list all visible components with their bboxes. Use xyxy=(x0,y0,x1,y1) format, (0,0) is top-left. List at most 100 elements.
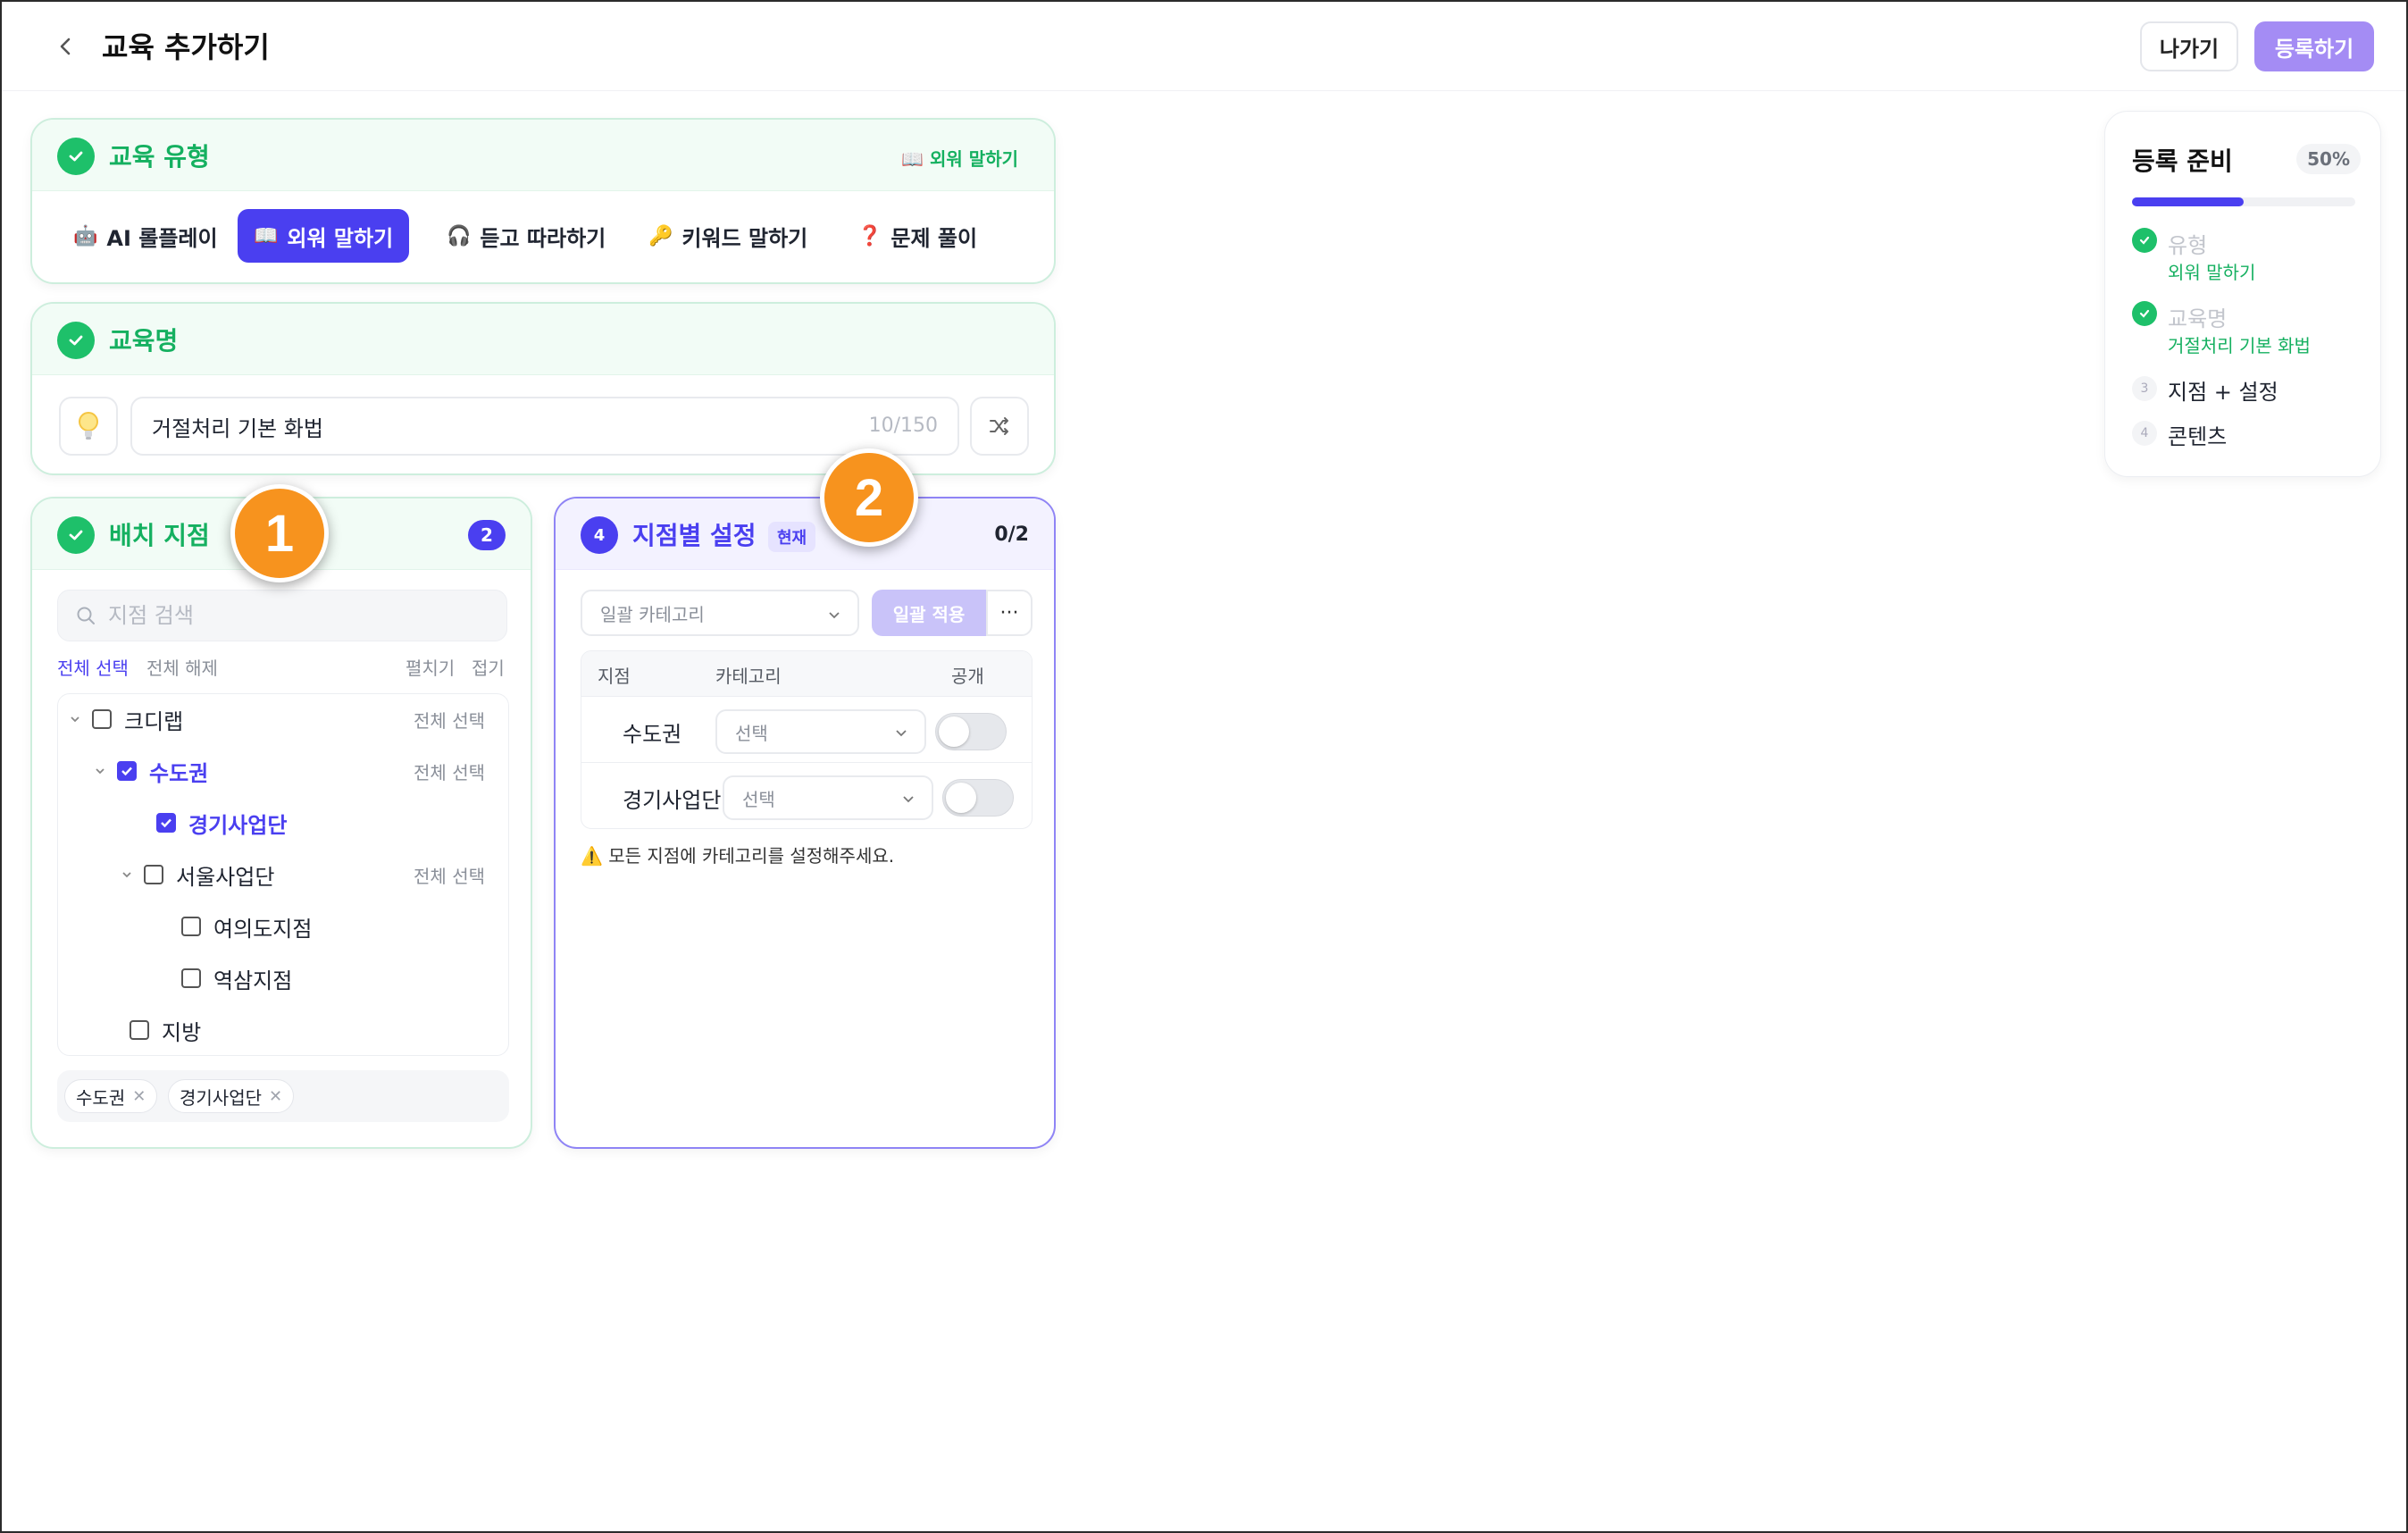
chevron-down-icon xyxy=(896,730,907,737)
tree-node[interactable]: 수도권 전체 선택 xyxy=(88,753,501,789)
tab-listen-repeat[interactable]: 🎧 듣고 따라하기 xyxy=(431,209,622,263)
tab-ai-roleplay[interactable]: 🤖 AI 롤플레이 xyxy=(57,209,234,263)
node-select-all[interactable]: 전체 선택 xyxy=(414,758,485,784)
bulk-category-select[interactable]: 일괄 카테고리 xyxy=(581,590,859,636)
selected-type-badge: 📖 외워 말하기 xyxy=(901,148,1018,170)
back-arrow-icon[interactable] xyxy=(48,29,84,64)
card-header: 교육 유형 📖 외워 말하기 xyxy=(32,120,1054,191)
education-type-card: 교육 유형 📖 외워 말하기 🤖 AI 롤플레이 📖 외워 말하기 🎧 듣고 따… xyxy=(30,118,1056,284)
headphones-icon: 🎧 xyxy=(447,224,472,247)
education-name-card: 교육명 거절처리 기본 화법 10/150 xyxy=(30,302,1056,475)
tab-quiz[interactable]: ❓ 문제 풀이 xyxy=(841,209,993,263)
table-row: 경기사업단 선택 xyxy=(581,762,1032,828)
key-icon: 🔑 xyxy=(648,224,673,247)
deselect-all-link[interactable]: 전체 해제 xyxy=(146,654,218,680)
category-select[interactable]: 선택 xyxy=(723,775,933,820)
checkbox[interactable] xyxy=(92,709,112,729)
selected-count-badge: 2 xyxy=(468,520,506,550)
branch-search xyxy=(57,590,507,641)
name-value: 거절처리 기본 화법 xyxy=(152,415,323,441)
chevron-down-icon[interactable] xyxy=(115,868,138,881)
percent-badge: 50% xyxy=(2296,144,2361,174)
lightbulb-icon[interactable] xyxy=(59,397,118,456)
card-title: 배치 지점 xyxy=(109,521,210,550)
card-title: 교육 유형 xyxy=(109,142,210,172)
select-all-link[interactable]: 전체 선택 xyxy=(57,654,129,680)
category-select[interactable]: 선택 xyxy=(715,709,926,754)
tab-label: 키워드 말하기 xyxy=(681,225,808,251)
page-title: 교육 추가하기 xyxy=(102,30,270,64)
checkbox[interactable] xyxy=(181,917,201,936)
tab-memorize-speak[interactable]: 📖 외워 말하기 xyxy=(238,209,410,263)
selected-chip: 수도권 ✕ xyxy=(64,1079,158,1113)
checkbox[interactable] xyxy=(130,1020,149,1040)
checkbox[interactable] xyxy=(144,865,163,884)
tab-label: 듣고 따라하기 xyxy=(480,225,606,251)
tree-node[interactable]: 크디랩 전체 선택 xyxy=(63,701,501,737)
current-badge: 현재 xyxy=(768,522,816,552)
column-header: 지점 xyxy=(598,666,631,687)
step-value: 외워 말하기 xyxy=(2168,262,2256,283)
column-header: 공개 xyxy=(951,666,984,687)
check-icon xyxy=(2132,228,2157,253)
check-icon xyxy=(57,138,95,175)
step-label: 유형 xyxy=(2168,233,2208,258)
chevron-down-icon[interactable] xyxy=(63,713,87,725)
more-icon[interactable]: ··· xyxy=(986,590,1033,636)
check-icon xyxy=(57,516,95,554)
progress-bar xyxy=(2132,197,2355,206)
column-header: 카테고리 xyxy=(715,666,782,687)
tree-node[interactable]: 여의도지점 xyxy=(181,909,501,944)
char-count: 10/150 xyxy=(868,415,938,437)
checkbox-checked[interactable] xyxy=(117,761,137,781)
public-toggle[interactable] xyxy=(942,779,1014,817)
step-number: 4 xyxy=(2132,421,2157,446)
chip-label: 경기사업단 xyxy=(180,1086,262,1109)
checkbox-checked[interactable] xyxy=(156,813,176,833)
node-select-all[interactable]: 전체 선택 xyxy=(414,707,485,733)
tree-node[interactable]: 지방 xyxy=(130,1012,501,1048)
submit-button[interactable]: 등록하기 xyxy=(2254,21,2374,71)
expand-link[interactable]: 펼치기 xyxy=(406,654,455,680)
step-number: 3 xyxy=(2132,376,2157,401)
check-icon xyxy=(57,322,95,359)
category-placeholder: 선택 xyxy=(735,722,768,744)
close-icon[interactable]: ✕ xyxy=(132,1087,146,1106)
step-label: 지점 + 설정 xyxy=(2168,380,2278,405)
registration-progress-panel: 등록 준비 50% 유형 외워 말하기 교육명 거절처리 기본 화법 3 지점 … xyxy=(2104,111,2381,477)
tree-node[interactable]: 경기사업단 xyxy=(156,805,501,841)
checkbox[interactable] xyxy=(181,968,201,988)
education-name-input[interactable]: 거절처리 기본 화법 10/150 xyxy=(130,397,959,456)
chip-label: 수도권 xyxy=(76,1086,126,1109)
table-row: 수도권 선택 xyxy=(581,696,1032,762)
selected-chip: 경기사업단 ✕ xyxy=(168,1079,295,1113)
step-number: 4 xyxy=(581,516,618,554)
search-input[interactable] xyxy=(108,603,465,628)
warning-text: 모든 지점에 카테고리를 설정해주세요. xyxy=(608,845,895,867)
card-header: 4 지점별 설정 현재 0/2 xyxy=(556,498,1054,570)
tree-node[interactable]: 서울사업단 전체 선택 xyxy=(115,857,501,892)
top-bar: 교육 추가하기 나가기 등록하기 xyxy=(2,2,2406,91)
node-label: 지방 xyxy=(162,1019,202,1045)
node-label: 수도권 xyxy=(149,760,209,786)
row-branch-name: 수도권 xyxy=(623,722,682,747)
card-header: 교육명 xyxy=(32,304,1054,375)
node-label: 서울사업단 xyxy=(176,864,275,890)
collapse-link[interactable]: 접기 xyxy=(472,654,505,680)
step-label: 콘텐츠 xyxy=(2168,424,2228,449)
tree-node[interactable]: 역삼지점 xyxy=(181,960,501,996)
node-label: 역삼지점 xyxy=(213,968,293,993)
bulk-category-placeholder: 일괄 카테고리 xyxy=(600,603,705,625)
chevron-down-icon[interactable] xyxy=(88,765,112,777)
bulk-apply-button[interactable]: 일괄 적용 xyxy=(872,590,986,636)
table-header: 지점 카테고리 공개 xyxy=(581,651,1032,696)
public-toggle[interactable] xyxy=(935,713,1007,750)
node-select-all[interactable]: 전체 선택 xyxy=(414,862,485,888)
search-icon xyxy=(77,607,95,624)
close-icon[interactable]: ✕ xyxy=(269,1087,282,1106)
exit-button[interactable]: 나가기 xyxy=(2140,21,2238,71)
shuffle-icon[interactable] xyxy=(970,397,1029,456)
tab-label: 외워 말하기 xyxy=(287,225,394,251)
tab-keyword-speak[interactable]: 🔑 키워드 말하기 xyxy=(632,209,824,263)
card-title: 교육명 xyxy=(109,326,179,356)
